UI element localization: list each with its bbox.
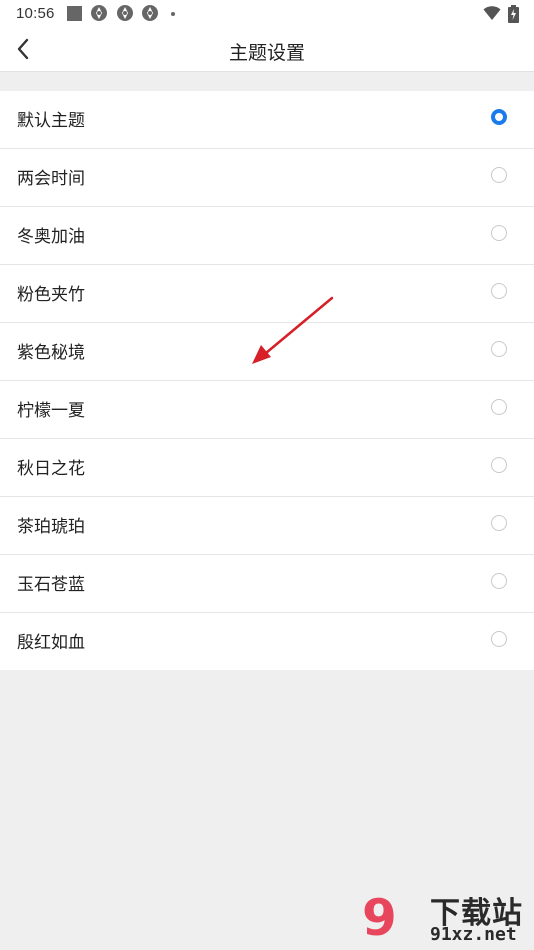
theme-label: 默认主题 <box>17 111 85 131</box>
status-time: 10:56 <box>16 5 55 22</box>
watermark: 9 下载站 91xz.net <box>362 886 534 950</box>
theme-item-jade[interactable]: 玉石苍蓝 <box>0 555 534 613</box>
theme-item-winter-olympics[interactable]: 冬奥加油 <box>0 207 534 265</box>
theme-label: 茶珀琥珀 <box>17 517 85 537</box>
radio-selected[interactable] <box>491 109 507 125</box>
watermark-logo: 9 <box>362 889 397 947</box>
theme-item-purple[interactable]: 紫色秘境 <box>0 323 534 381</box>
theme-item-crimson[interactable]: 殷红如血 <box>0 613 534 670</box>
theme-item-autumn[interactable]: 秋日之花 <box>0 439 534 497</box>
radio-unselected[interactable] <box>491 225 507 241</box>
more-notifications-dot-icon <box>171 12 175 16</box>
theme-list: 默认主题 两会时间 冬奥加油 粉色夹竹 紫色秘境 柠檬一夏 秋日之花 茶珀琥珀 … <box>0 91 534 670</box>
theme-label: 粉色夹竹 <box>17 285 85 305</box>
notification-aperture-icon <box>91 5 107 21</box>
page-title: 主题设置 <box>228 42 305 64</box>
theme-item-pink[interactable]: 粉色夹竹 <box>0 265 534 323</box>
radio-unselected[interactable] <box>491 283 507 299</box>
radio-unselected[interactable] <box>491 515 507 531</box>
radio-unselected[interactable] <box>491 399 507 415</box>
radio-unselected[interactable] <box>491 341 507 357</box>
radio-unselected[interactable] <box>491 167 507 183</box>
nav-bar: 主题设置 <box>0 28 534 72</box>
radio-unselected[interactable] <box>491 631 507 647</box>
theme-item-lemon[interactable]: 柠檬一夏 <box>0 381 534 439</box>
battery-charging-icon <box>508 5 519 23</box>
notification-aperture-icon <box>117 5 133 21</box>
theme-item-default[interactable]: 默认主题 <box>0 91 534 149</box>
watermark-url: 91xz.net <box>430 924 517 945</box>
theme-item-two-sessions[interactable]: 两会时间 <box>0 149 534 207</box>
theme-item-amber[interactable]: 茶珀琥珀 <box>0 497 534 555</box>
theme-label: 两会时间 <box>17 169 85 189</box>
theme-label: 柠檬一夏 <box>17 401 85 421</box>
status-bar: 10:56 <box>0 0 534 28</box>
notification-square-icon <box>67 6 82 21</box>
theme-label: 冬奥加油 <box>17 227 85 247</box>
notification-aperture-icon <box>142 5 158 21</box>
theme-label: 玉石苍蓝 <box>17 575 85 595</box>
radio-unselected[interactable] <box>491 573 507 589</box>
radio-unselected[interactable] <box>491 457 507 473</box>
theme-label: 殷红如血 <box>17 633 85 653</box>
theme-label: 秋日之花 <box>17 459 85 479</box>
wifi-icon <box>483 6 501 20</box>
theme-label: 紫色秘境 <box>17 343 85 363</box>
